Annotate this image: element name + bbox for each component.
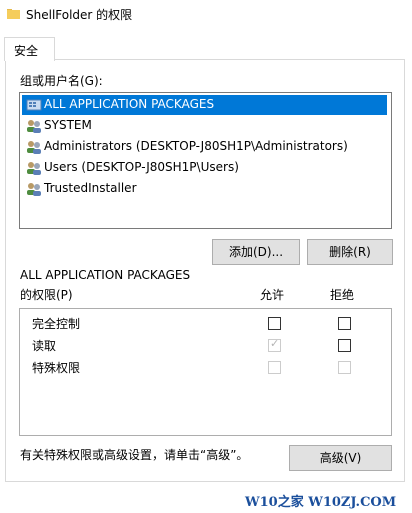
permission-row: 特殊权限 — [20, 357, 391, 377]
title-bar: ShellFolder 的权限 — [0, 0, 412, 30]
deny-checkbox — [338, 361, 351, 374]
checkmark-icon: ✓ — [270, 337, 280, 350]
principal-name: Users (DESKTOP-J80SH1P\Users) — [44, 160, 239, 174]
remove-button[interactable]: 删除(R) — [307, 239, 393, 265]
advanced-button[interactable]: 高级(V) — [289, 445, 392, 471]
users-icon — [27, 183, 41, 196]
permission-name: 特殊权限 — [32, 361, 81, 375]
principal-name: ALL APPLICATION PACKAGES — [44, 97, 215, 111]
users-icon — [27, 162, 41, 175]
users-icon — [27, 141, 41, 154]
permission-row: 读取 ✓ — [20, 335, 391, 355]
allow-checkbox[interactable] — [268, 317, 281, 330]
add-button[interactable]: 添加(D)... — [212, 239, 300, 265]
app-packages-icon — [26, 99, 42, 111]
list-item[interactable]: SYSTEM — [22, 116, 387, 136]
folder-icon — [7, 9, 20, 19]
allow-header: 允许 — [260, 288, 285, 302]
permission-name: 读取 — [32, 339, 57, 353]
principals-list[interactable]: ALL APPLICATION PACKAGES SYSTEM Administ… — [19, 92, 392, 229]
list-item[interactable]: Users (DESKTOP-J80SH1P\Users) — [22, 158, 387, 178]
allow-checkbox: ✓ — [268, 337, 281, 352]
tab-security-label: 安全 — [14, 44, 39, 58]
group-label: 组或用户名(G): — [20, 74, 103, 88]
principal-name: TrustedInstaller — [44, 181, 137, 195]
permissions-subtitle: 的权限(P) — [20, 288, 73, 302]
permissions-principal-label: ALL APPLICATION PACKAGES — [20, 268, 191, 282]
window-title: ShellFolder 的权限 — [26, 8, 133, 22]
advanced-hint: 有关特殊权限或高级设置，请单击“高级”。 — [20, 448, 249, 462]
list-item[interactable]: TrustedInstaller — [22, 179, 387, 199]
permissions-list: 完全控制 读取 ✓ 特殊权限 — [19, 308, 392, 436]
deny-header: 拒绝 — [330, 288, 355, 302]
deny-checkbox[interactable] — [338, 339, 351, 352]
permission-name: 完全控制 — [32, 317, 81, 331]
permission-row: 完全控制 — [20, 313, 391, 333]
list-item[interactable]: ALL APPLICATION PACKAGES — [22, 95, 387, 115]
principal-name: Administrators (DESKTOP-J80SH1P\Administ… — [44, 139, 348, 153]
list-item[interactable]: Administrators (DESKTOP-J80SH1P\Administ… — [22, 137, 387, 157]
principal-name: SYSTEM — [44, 118, 92, 132]
tab-security[interactable]: 安全 — [4, 37, 55, 61]
deny-checkbox[interactable] — [338, 317, 351, 330]
allow-checkbox — [268, 361, 281, 374]
users-icon — [27, 120, 41, 133]
watermark: W10之家 W10ZJ.COM — [245, 495, 397, 510]
